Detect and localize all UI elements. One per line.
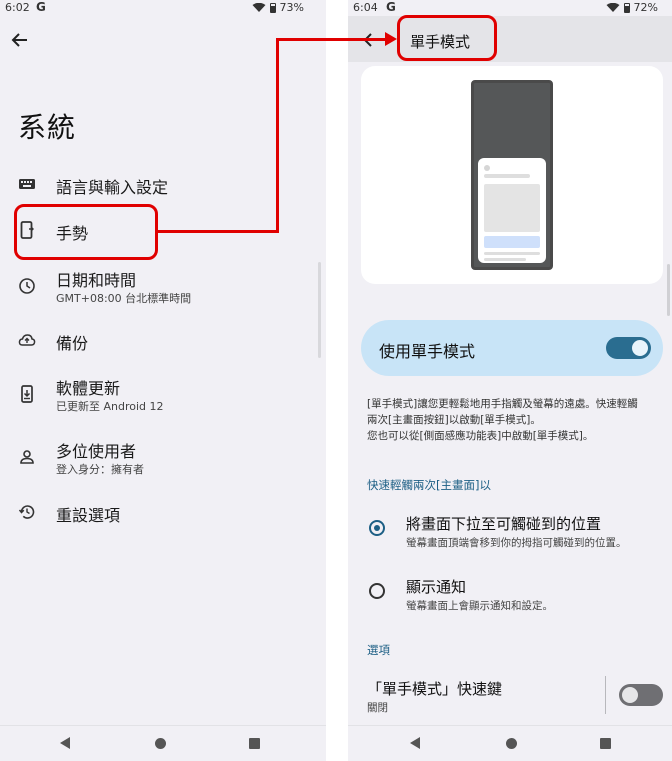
menu-item-label: 軟體更新: [56, 379, 121, 398]
divider: [605, 676, 606, 714]
menu-item-multiple-users[interactable]: 多位使用者 登入身分：擁有者: [0, 433, 320, 481]
menu-item-sublabel: 已更新至 Android 12: [56, 400, 164, 413]
menu-item-label: 備份: [56, 334, 89, 353]
google-g-icon: G: [36, 0, 46, 14]
connector-line-horizontal: [157, 230, 279, 233]
radio-button-checked[interactable]: [369, 520, 385, 536]
option-show-notifications[interactable]: 顯示通知 螢幕畫面上會顯示通知和設定。: [348, 567, 672, 621]
battery-percent: 73%: [279, 1, 304, 14]
shortcut-title[interactable]: 「單手模式」快速鍵: [367, 678, 502, 699]
one-handed-illustration: [361, 66, 663, 284]
connector-line-top: [276, 38, 386, 41]
menu-item-date-time[interactable]: 日期和時間 GMT+08:00 台北標準時間: [0, 262, 320, 310]
nav-recents-icon[interactable]: [249, 738, 260, 749]
nav-home-icon[interactable]: [155, 738, 166, 749]
menu-item-sublabel: GMT+08:00 台北標準時間: [56, 292, 192, 305]
section-header-options: 選項: [367, 643, 390, 657]
keyboard-icon: [19, 179, 35, 189]
scrollbar[interactable]: [318, 262, 321, 358]
history-icon: [18, 505, 35, 519]
wifi-icon: [252, 2, 266, 12]
highlight-title-box: [397, 15, 497, 61]
navigation-bar: [0, 725, 326, 761]
use-one-handed-mode-toggle-row[interactable]: 使用單手模式: [361, 320, 663, 376]
option-title: 將畫面下拉至可觸碰到的位置: [406, 515, 602, 533]
option-title: 顯示通知: [406, 578, 467, 596]
option-pull-down-screen[interactable]: 將畫面下拉至可觸碰到的位置 螢幕畫面頂端會移到你的拇指可觸碰到的位置。: [348, 504, 672, 558]
status-bar: 6:04 G 72%: [348, 0, 672, 16]
clock-icon: [19, 278, 35, 294]
cloud-upload-icon: [18, 334, 36, 346]
highlight-gestures-box: [14, 204, 158, 260]
description-text: [單手模式]讓您更輕鬆地用手指觸及螢幕的遠處。快速輕觸 兩次[主畫面按鈕]以啟動…: [367, 398, 638, 442]
toggle-label: 使用單手模式: [379, 342, 476, 361]
nav-recents-icon[interactable]: [600, 738, 611, 749]
wifi-icon: [606, 2, 620, 12]
status-bar: 6:02 G 73%: [0, 0, 326, 16]
status-right: 73%: [252, 1, 304, 14]
menu-item-backup[interactable]: 備份: [0, 316, 320, 364]
one-handed-mode-switch[interactable]: [606, 337, 651, 359]
status-time: 6:02: [5, 1, 30, 14]
menu-item-label: 多位使用者: [56, 442, 137, 461]
battery-percent: 72%: [633, 1, 658, 14]
status-right: 72%: [606, 1, 658, 14]
nav-back-icon[interactable]: [60, 737, 70, 749]
option-subtitle: 螢幕畫面上會顯示通知和設定。: [406, 600, 553, 612]
phone-illustration: [471, 80, 553, 270]
menu-item-label: 日期和時間: [56, 271, 137, 290]
status-time: 6:04: [353, 1, 378, 14]
menu-item-software-update[interactable]: 軟體更新 已更新至 Android 12: [0, 370, 320, 418]
connector-line-vertical: [276, 38, 279, 233]
person-icon: [20, 450, 34, 464]
menu-item-reset[interactable]: 重設選項: [0, 488, 320, 536]
shortcut-switch[interactable]: [619, 684, 663, 706]
google-g-icon: G: [386, 0, 396, 14]
system-update-icon: [21, 385, 33, 403]
page-title: 系統: [18, 111, 77, 144]
arrow-head-icon: [385, 32, 397, 46]
navigation-bar: [348, 725, 672, 761]
nav-back-icon[interactable]: [410, 737, 420, 749]
right-phone-screen: 6:04 G 72% 單手模式 使用單手模式 [單手模式]讓您更輕鬆地用手指觸及…: [348, 0, 672, 761]
back-arrow-icon[interactable]: [8, 28, 32, 52]
section-header-double-tap: 快速輕觸兩次[主畫面]以: [367, 478, 491, 492]
nav-home-icon[interactable]: [506, 738, 517, 749]
battery-icon: [269, 2, 276, 13]
radio-button[interactable]: [369, 583, 385, 599]
menu-item-label: 重設選項: [56, 506, 121, 525]
option-subtitle: 螢幕畫面頂端會移到你的拇指可觸碰到的位置。: [406, 537, 627, 549]
shortcut-status: 關閉: [367, 702, 388, 714]
menu-item-label: 語言與輸入設定: [56, 178, 169, 197]
battery-icon: [623, 2, 630, 13]
menu-item-language[interactable]: 語言與輸入設定: [0, 160, 320, 208]
scrollbar[interactable]: [667, 264, 670, 316]
illustration-panel: [478, 158, 546, 263]
menu-item-sublabel: 登入身分：擁有者: [56, 463, 144, 476]
